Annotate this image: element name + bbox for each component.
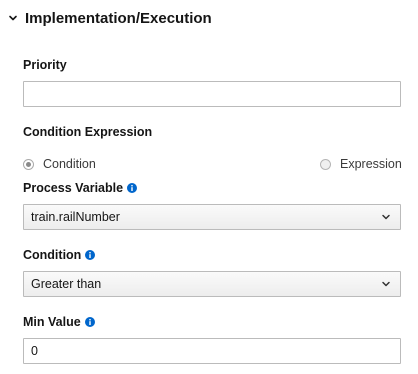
condition-label-text: Condition xyxy=(23,248,82,262)
condition-radio-label: Condition xyxy=(43,157,96,171)
chevron-down-icon xyxy=(381,280,391,288)
info-icon[interactable] xyxy=(85,250,96,260)
process-variable-label-text: Process Variable xyxy=(23,181,124,195)
chevron-down-icon[interactable] xyxy=(6,11,20,25)
section-header-implementation-execution[interactable]: Implementation/Execution xyxy=(6,8,212,28)
condition-select[interactable]: Greater than xyxy=(23,271,401,297)
priority-input[interactable] xyxy=(23,81,401,107)
condition-expression-label: Condition Expression xyxy=(23,125,152,139)
min-value-input[interactable] xyxy=(23,338,401,364)
priority-label-text: Priority xyxy=(23,58,67,72)
chevron-down-icon xyxy=(381,213,391,221)
min-value-label-text: Min Value xyxy=(23,315,81,329)
expression-radio[interactable] xyxy=(320,158,331,170)
min-value-label: Min Value xyxy=(23,315,95,329)
process-variable-value: train.railNumber xyxy=(31,210,120,224)
condition-value: Greater than xyxy=(31,277,102,291)
condition-label: Condition xyxy=(23,248,96,262)
priority-label: Priority xyxy=(23,58,67,72)
radio-option-expression[interactable]: Expression xyxy=(320,156,402,172)
condition-expression-label-text: Condition Expression xyxy=(23,125,153,139)
info-icon[interactable] xyxy=(84,317,95,327)
process-variable-select[interactable]: train.railNumber xyxy=(23,204,401,230)
expression-radio-label: Expression xyxy=(340,157,402,171)
radio-option-condition[interactable]: Condition xyxy=(23,156,96,172)
section-title: Implementation/Execution xyxy=(25,9,212,27)
info-icon[interactable] xyxy=(127,183,138,193)
condition-radio[interactable] xyxy=(23,158,34,170)
process-variable-label: Process Variable xyxy=(23,181,138,195)
